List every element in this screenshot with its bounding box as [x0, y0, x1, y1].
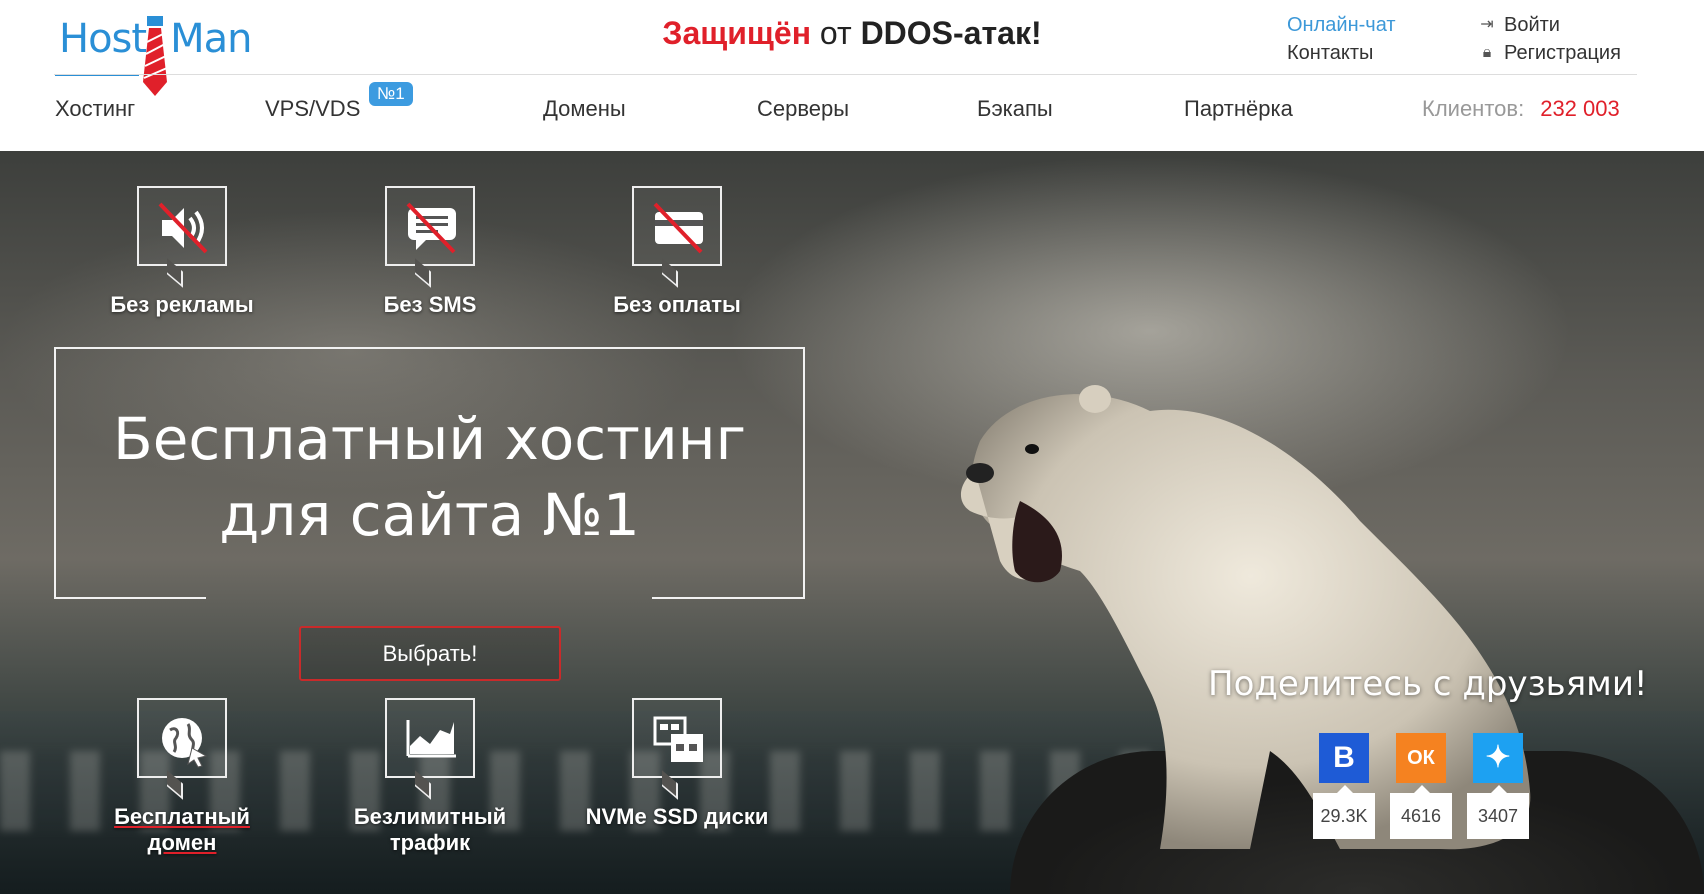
hero-headline: Бесплатный хостинг для сайта №1	[54, 401, 805, 553]
headline-line-1: Бесплатный хостинг	[112, 405, 747, 473]
clients-label: Клиентов:	[1422, 96, 1525, 121]
feature-label[interactable]: Бесплатный домен	[82, 804, 282, 856]
nav-domains[interactable]: Домены	[543, 96, 626, 122]
slogan-ddos: DDOS-атак!	[860, 15, 1042, 51]
feature-box-tail	[415, 258, 431, 288]
feature-label: Без оплаты	[613, 292, 741, 317]
header-slogan: Защищён от DDOS-атак!	[0, 15, 1704, 52]
clients-count: 232 003	[1540, 96, 1620, 121]
feature-icon-box	[632, 186, 722, 288]
feature-box-tail	[167, 770, 183, 800]
vps-number-one-badge: №1	[369, 82, 413, 106]
vk-icon[interactable]: В	[1319, 733, 1369, 783]
feature-no-payment: Без оплаты	[577, 186, 777, 318]
no-sms-icon	[406, 202, 456, 254]
frame-bottom-left	[54, 597, 206, 599]
nav-partners[interactable]: Партнёрка	[1184, 96, 1293, 122]
site-header: Host Man Защищён от DDOS-атак! Онлайн-чат…	[0, 0, 1704, 151]
clients-counter: Клиентов: 232 003	[1422, 96, 1620, 122]
feature-label: Без рекламы	[110, 292, 254, 317]
feature-box-tail	[662, 770, 678, 800]
feature-box-tail	[415, 770, 431, 800]
feature-label: Безлимитный трафик	[353, 804, 507, 855]
twitter-icon[interactable]: ✦	[1473, 733, 1523, 783]
slogan-from: от	[819, 15, 852, 51]
ssd-disk-icon	[653, 716, 703, 762]
nav-servers[interactable]: Серверы	[757, 96, 849, 122]
share-ok[interactable]: ОК 4616	[1390, 733, 1452, 839]
feature-box-tail	[662, 258, 678, 288]
no-payment-icon	[653, 202, 703, 254]
feature-no-sms: Без SMS	[330, 186, 530, 318]
feature-label: NVMe SSD диски	[585, 804, 769, 829]
feature-icon-box	[137, 698, 227, 800]
contacts-link[interactable]: Контакты	[1287, 39, 1396, 67]
auth-links: ⇥ Войти 🔒︎ Регистрация	[1478, 11, 1621, 67]
feature-no-ads: Без рекламы	[82, 186, 282, 318]
lock-icon: 🔒︎	[1482, 44, 1492, 61]
login-icon: ⇥	[1480, 16, 1494, 33]
twitter-share-count: 3407	[1467, 785, 1529, 839]
register-label: Регистрация	[1504, 42, 1621, 64]
globe-icon	[162, 718, 208, 768]
feature-icon-box	[385, 698, 475, 800]
feature-nvme-ssd: NVMe SSD диски	[577, 698, 777, 830]
share-twitter[interactable]: ✦ 3407	[1467, 733, 1529, 839]
support-links: Онлайн-чат Контакты	[1287, 11, 1396, 67]
traffic-chart-icon	[406, 720, 456, 758]
feature-icon-box	[137, 186, 227, 288]
page: Host Man Защищён от DDOS-атак! Онлайн-чат…	[0, 0, 1704, 894]
feature-box-tail	[167, 258, 183, 288]
share-vk[interactable]: В 29.3K	[1313, 733, 1375, 839]
login-label: Войти	[1504, 14, 1560, 36]
feature-icon-box	[385, 186, 475, 288]
header-divider	[54, 74, 1637, 75]
nav-hosting[interactable]: Хостинг	[55, 96, 135, 122]
nav-vps[interactable]: VPS/VDS	[265, 96, 360, 122]
online-chat-link[interactable]: Онлайн-чат	[1287, 11, 1396, 39]
register-link[interactable]: 🔒︎ Регистрация	[1478, 39, 1621, 67]
login-link[interactable]: ⇥ Войти	[1478, 11, 1621, 39]
share-title: Поделитесь с друзьями!	[1208, 664, 1648, 704]
hero-banner: Без рекламы Без SMS Без оплаты Бесплатны…	[0, 151, 1704, 894]
frame-bottom-right	[652, 597, 805, 599]
slogan-protected: Защищён	[662, 15, 812, 51]
headline-line-2: для сайта №1	[219, 481, 640, 549]
feature-unlimited-traffic: Безлимитный трафик	[330, 698, 530, 856]
nav-backups[interactable]: Бэкапы	[977, 96, 1053, 122]
feature-free-domain: Бесплатный домен	[82, 698, 282, 856]
ok-share-count: 4616	[1390, 785, 1452, 839]
choose-button[interactable]: Выбрать!	[299, 626, 561, 681]
odnoklassniki-icon[interactable]: ОК	[1396, 733, 1446, 783]
feature-icon-box	[632, 698, 722, 800]
vk-share-count: 29.3K	[1313, 785, 1375, 839]
no-ads-icon	[158, 202, 208, 254]
feature-label: Без SMS	[383, 292, 477, 317]
